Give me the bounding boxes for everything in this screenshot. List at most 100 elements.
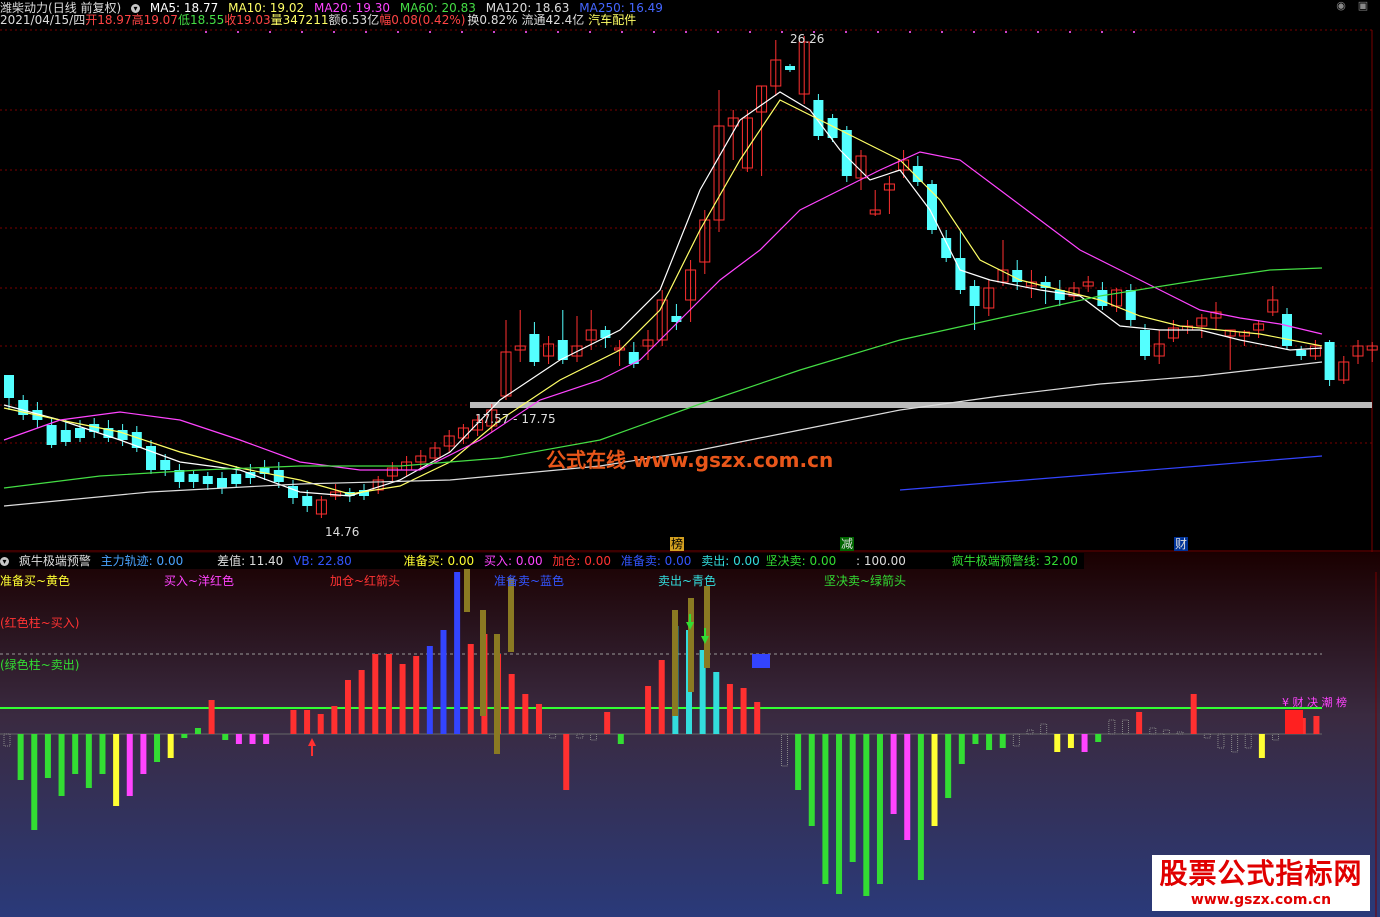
close-icon[interactable]: ▣ [1356, 0, 1370, 12]
candle-body-down [671, 316, 682, 322]
hist-bar [454, 572, 461, 734]
hist-bar [563, 734, 570, 790]
ind-val-7: 卖出: 0.00 [701, 554, 760, 568]
hist-bar [726, 684, 733, 734]
legend-green-bar: (绿色柱~卖出) [0, 658, 80, 672]
top-tick [461, 31, 463, 33]
olive-bar [480, 610, 486, 716]
hist-bar [522, 694, 529, 734]
quote-close: 收19.03 [224, 13, 271, 27]
candle-body-down [217, 478, 227, 488]
hist-bar [290, 710, 297, 734]
hist-bar [904, 734, 911, 840]
hist-bar [235, 734, 242, 744]
olive-bar [688, 598, 694, 692]
hist-bar [945, 734, 952, 798]
hist-bar [467, 644, 474, 734]
legend-red-bar: (红色柱~买入) [0, 616, 80, 630]
hist-bar [972, 734, 979, 744]
hist-bar [85, 734, 92, 788]
candle-body-down [1140, 330, 1150, 356]
hist-bar [263, 734, 270, 744]
minimize-icon[interactable]: ◉ [1334, 0, 1348, 12]
hist-bar [958, 734, 965, 764]
candle-body-down [1097, 290, 1108, 306]
top-tick [717, 31, 719, 33]
quote-bar: 2021/04/15/四开18.97高19.07低18.55收19.03量347… [0, 12, 642, 28]
hist-bar [808, 734, 815, 826]
event-marker-bang[interactable]: 榜 [670, 537, 685, 551]
hist-bar [849, 734, 856, 862]
hist-bar [1081, 734, 1088, 752]
top-tick [397, 31, 399, 33]
candle-body-down [969, 286, 980, 306]
hist-bar [890, 734, 897, 814]
ind-val-9: : 100.00 [856, 554, 906, 568]
hist-bar [658, 660, 665, 734]
hist-bar [249, 734, 256, 744]
top-tick [941, 31, 943, 33]
top-tick [205, 31, 207, 33]
hist-bar [345, 680, 351, 734]
hist-bar [113, 734, 120, 806]
candle-body-down [202, 476, 213, 484]
hist-bar [72, 734, 79, 774]
signal-block [1285, 710, 1303, 734]
ind-val-2: VB: 22.80 [293, 554, 352, 568]
event-marker-jian[interactable]: 减 [840, 537, 855, 551]
ind-val-1: 差值: 11.40 [217, 554, 284, 568]
candle-body-down [4, 375, 14, 398]
candle-body-down [302, 496, 313, 506]
top-tick [781, 31, 783, 33]
quote-high: 高19.07 [131, 13, 178, 27]
candle-body-down [1125, 290, 1136, 320]
quote-turnover: 换0.82% [467, 13, 518, 27]
top-tick [365, 31, 367, 33]
candle-body-down [529, 334, 540, 362]
hist-bar [426, 646, 433, 734]
candle-body-down [941, 238, 952, 258]
hist-bar [181, 734, 188, 738]
top-tick [1133, 31, 1135, 33]
legend-sell: 卖出~青色 [658, 574, 717, 588]
ind-val-8: 坚决卖: 0.00 [765, 554, 837, 568]
ind-val-5: 加仓: 0.00 [552, 554, 611, 568]
quote-amount: 额6.53亿 [328, 13, 380, 27]
legend-buy: 买入~洋红色 [164, 574, 235, 588]
indicator-name[interactable]: 疯牛极端预警 [19, 554, 91, 568]
quote-open: 开18.97 [85, 13, 132, 27]
hist-bar [1190, 694, 1197, 734]
quote-volume: 量347211 [270, 13, 329, 27]
prepare-sell-flag [752, 654, 770, 668]
candle-body-down [231, 474, 242, 484]
low-price-label: 14.76 [325, 525, 360, 539]
quote-float: 流通42.4亿 [521, 13, 585, 27]
top-tick [1005, 31, 1007, 33]
candle-body-down [1054, 290, 1065, 300]
quote-date: 2021/04/15/四 [0, 13, 86, 27]
top-tick [237, 31, 239, 33]
quote-sector[interactable]: 汽车配件 [588, 13, 636, 27]
candle-body-down [46, 425, 57, 445]
candle-body-down [1324, 342, 1335, 380]
site-logo: 股票公式指标网 www.gszx.com.cn [1152, 855, 1370, 911]
quote-low: 低18.55 [177, 13, 225, 27]
top-tick [685, 31, 687, 33]
candle-body-down [1282, 314, 1292, 346]
hist-bar [1054, 734, 1061, 752]
candle-body-down [75, 428, 85, 438]
hist-bar [604, 712, 611, 734]
event-marker-cai[interactable]: 财 [1174, 537, 1189, 551]
top-tick [557, 31, 559, 33]
indicator-settings-icon[interactable]: ▾ [0, 557, 9, 566]
olive-bar [704, 586, 710, 668]
hist-bar [385, 654, 392, 734]
top-tick [525, 31, 527, 33]
support-label: 17.57 - 17.75 [475, 412, 556, 426]
hist-bar [17, 734, 24, 780]
logo-title: 股票公式指标网 [1159, 857, 1363, 890]
hist-bar [822, 734, 829, 884]
top-tick [1069, 31, 1071, 33]
top-tick [877, 31, 879, 33]
top-tick [589, 31, 591, 33]
